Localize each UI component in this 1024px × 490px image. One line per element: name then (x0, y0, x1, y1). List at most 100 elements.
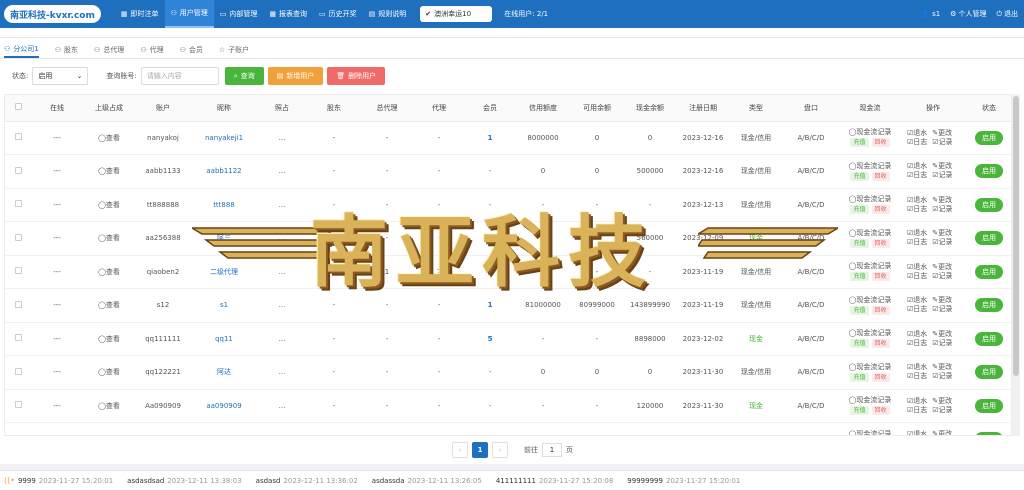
enable-status-button[interactable]: 启用 (975, 432, 1003, 435)
charge-button[interactable]: 充值 (850, 305, 869, 315)
withdraw-button[interactable]: 回收 (871, 205, 890, 215)
lottery-select[interactable]: ✔ 澳洲幸运10 (420, 6, 493, 22)
withdraw-button[interactable]: 回收 (871, 238, 890, 248)
brand-logo[interactable]: 南亚科技-kvxr.com (4, 5, 101, 23)
status-select[interactable]: 启用 ⌄ (32, 67, 89, 85)
record-link[interactable]: ☑记录 (932, 138, 952, 147)
record-link[interactable]: ☑记录 (932, 406, 952, 415)
nickname-value[interactable]: 二级代理 (210, 268, 238, 276)
nickname-value[interactable]: 阿达 (217, 368, 231, 376)
row-checkbox[interactable] (14, 267, 22, 275)
member-value[interactable]: 1 (488, 301, 493, 309)
menu-item-5[interactable]: ▤ 规则说明 (363, 0, 413, 28)
enable-status-button[interactable]: 启用 (975, 264, 1003, 279)
record-link[interactable]: ☑记录 (932, 238, 952, 247)
edit-link[interactable]: ✎更改 (932, 397, 952, 406)
withdraw-button[interactable]: 回收 (871, 138, 890, 148)
view-value[interactable]: ◯查看 (98, 234, 120, 242)
edit-link[interactable]: ✎更改 (932, 363, 952, 372)
enable-status-button[interactable]: 启用 (975, 130, 1003, 145)
withdraw-button[interactable]: 回收 (871, 372, 890, 382)
refund-link[interactable]: ☑退水 (907, 196, 927, 205)
enable-status-button[interactable]: 启用 (975, 164, 1003, 179)
menu-item-0[interactable]: ▦ 即时注单 (115, 0, 165, 28)
enable-status-button[interactable]: 启用 (975, 398, 1003, 413)
view-value[interactable]: ◯查看 (98, 301, 120, 309)
menu-item-1[interactable]: ⚇ 用户管理 (164, 0, 214, 28)
row-checkbox[interactable] (14, 300, 22, 308)
refund-link[interactable]: ☑退水 (907, 162, 927, 171)
row-checkbox[interactable] (14, 334, 22, 342)
row-checkbox[interactable] (14, 200, 22, 208)
nickname-value[interactable]: 阿三 (217, 234, 231, 242)
log-link[interactable]: ☑日志 (907, 406, 927, 415)
row-checkbox[interactable] (14, 233, 22, 241)
view-value[interactable]: ◯查看 (98, 167, 120, 175)
cashflow-record-link[interactable]: ◯现金流记录 (839, 229, 901, 238)
menu-item-4[interactable]: ▭ 历史开奖 (313, 0, 363, 28)
edit-link[interactable]: ✎更改 (932, 430, 952, 435)
select-all-checkbox[interactable] (14, 103, 22, 111)
cashflow-record-link[interactable]: ◯现金流记录 (839, 329, 901, 338)
charge-button[interactable]: 充值 (850, 339, 869, 349)
cashflow-record-link[interactable]: ◯现金流记录 (839, 262, 901, 271)
log-link[interactable]: ☑日志 (907, 339, 927, 348)
cashflow-record-link[interactable]: ◯现金流记录 (839, 195, 901, 204)
enable-status-button[interactable]: 启用 (975, 331, 1003, 346)
cashflow-record-link[interactable]: ◯现金流记录 (839, 430, 901, 435)
member-value[interactable]: 5 (488, 335, 493, 343)
refund-link[interactable]: ☑退水 (907, 129, 927, 138)
nickname-value[interactable]: s1 (220, 301, 228, 309)
charge-button[interactable]: 充值 (850, 372, 869, 382)
menu-item-2[interactable]: ▭ 内部管理 (214, 0, 264, 28)
log-link[interactable]: ☑日志 (907, 272, 927, 281)
charge-button[interactable]: 充值 (850, 171, 869, 181)
member-value[interactable]: 5 (488, 268, 493, 276)
log-link[interactable]: ☑日志 (907, 372, 927, 381)
enable-status-button[interactable]: 启用 (975, 197, 1003, 212)
enable-status-button[interactable]: 启用 (975, 365, 1003, 380)
edit-link[interactable]: ✎更改 (932, 196, 952, 205)
row-checkbox[interactable] (14, 434, 22, 435)
log-link[interactable]: ☑日志 (907, 238, 927, 247)
charge-button[interactable]: 充值 (850, 205, 869, 215)
withdraw-button[interactable]: 回收 (871, 339, 890, 349)
view-value[interactable]: ◯查看 (98, 201, 120, 209)
refund-link[interactable]: ☑退水 (907, 229, 927, 238)
logout-link[interactable]: ⏻ 退出 (996, 9, 1018, 19)
row-checkbox[interactable] (14, 166, 22, 174)
record-link[interactable]: ☑记录 (932, 272, 952, 281)
withdraw-button[interactable]: 回收 (871, 305, 890, 315)
enable-status-button[interactable]: 启用 (975, 298, 1003, 313)
edit-link[interactable]: ✎更改 (932, 330, 952, 339)
log-link[interactable]: ☑日志 (907, 138, 927, 147)
record-link[interactable]: ☑记录 (932, 339, 952, 348)
nickname-value[interactable]: qq11 (215, 335, 233, 343)
cashflow-record-link[interactable]: ◯现金流记录 (839, 363, 901, 372)
refund-link[interactable]: ☑退水 (907, 263, 927, 272)
charge-button[interactable]: 充值 (850, 406, 869, 416)
current-user[interactable]: 👤 s1 (921, 10, 940, 18)
refund-link[interactable]: ☑退水 (907, 430, 927, 435)
refund-link[interactable]: ☑退水 (907, 363, 927, 372)
record-link[interactable]: ☑记录 (932, 305, 952, 314)
refund-link[interactable]: ☑退水 (907, 397, 927, 406)
menu-item-3[interactable]: ▦ 报表查询 (263, 0, 313, 28)
row-checkbox[interactable] (14, 133, 22, 141)
edit-link[interactable]: ✎更改 (932, 129, 952, 138)
view-value[interactable]: ◯查看 (98, 335, 120, 343)
page-1-button[interactable]: 1 (472, 442, 488, 458)
withdraw-button[interactable]: 回收 (871, 406, 890, 416)
tab-2[interactable]: ⚇ 总代理 (94, 42, 124, 58)
column-header-0[interactable] (5, 95, 31, 122)
view-value[interactable]: ◯查看 (98, 402, 120, 410)
goto-page-input[interactable] (542, 443, 562, 457)
member-value[interactable]: 1 (488, 134, 493, 142)
withdraw-button[interactable]: 回收 (871, 272, 890, 282)
row-checkbox[interactable] (14, 401, 22, 409)
cashflow-record-link[interactable]: ◯现金流记录 (839, 396, 901, 405)
personal-settings-link[interactable]: ⚙ 个人管理 (950, 9, 986, 19)
next-page-button[interactable]: › (492, 442, 508, 458)
log-link[interactable]: ☑日志 (907, 205, 927, 214)
log-link[interactable]: ☑日志 (907, 305, 927, 314)
